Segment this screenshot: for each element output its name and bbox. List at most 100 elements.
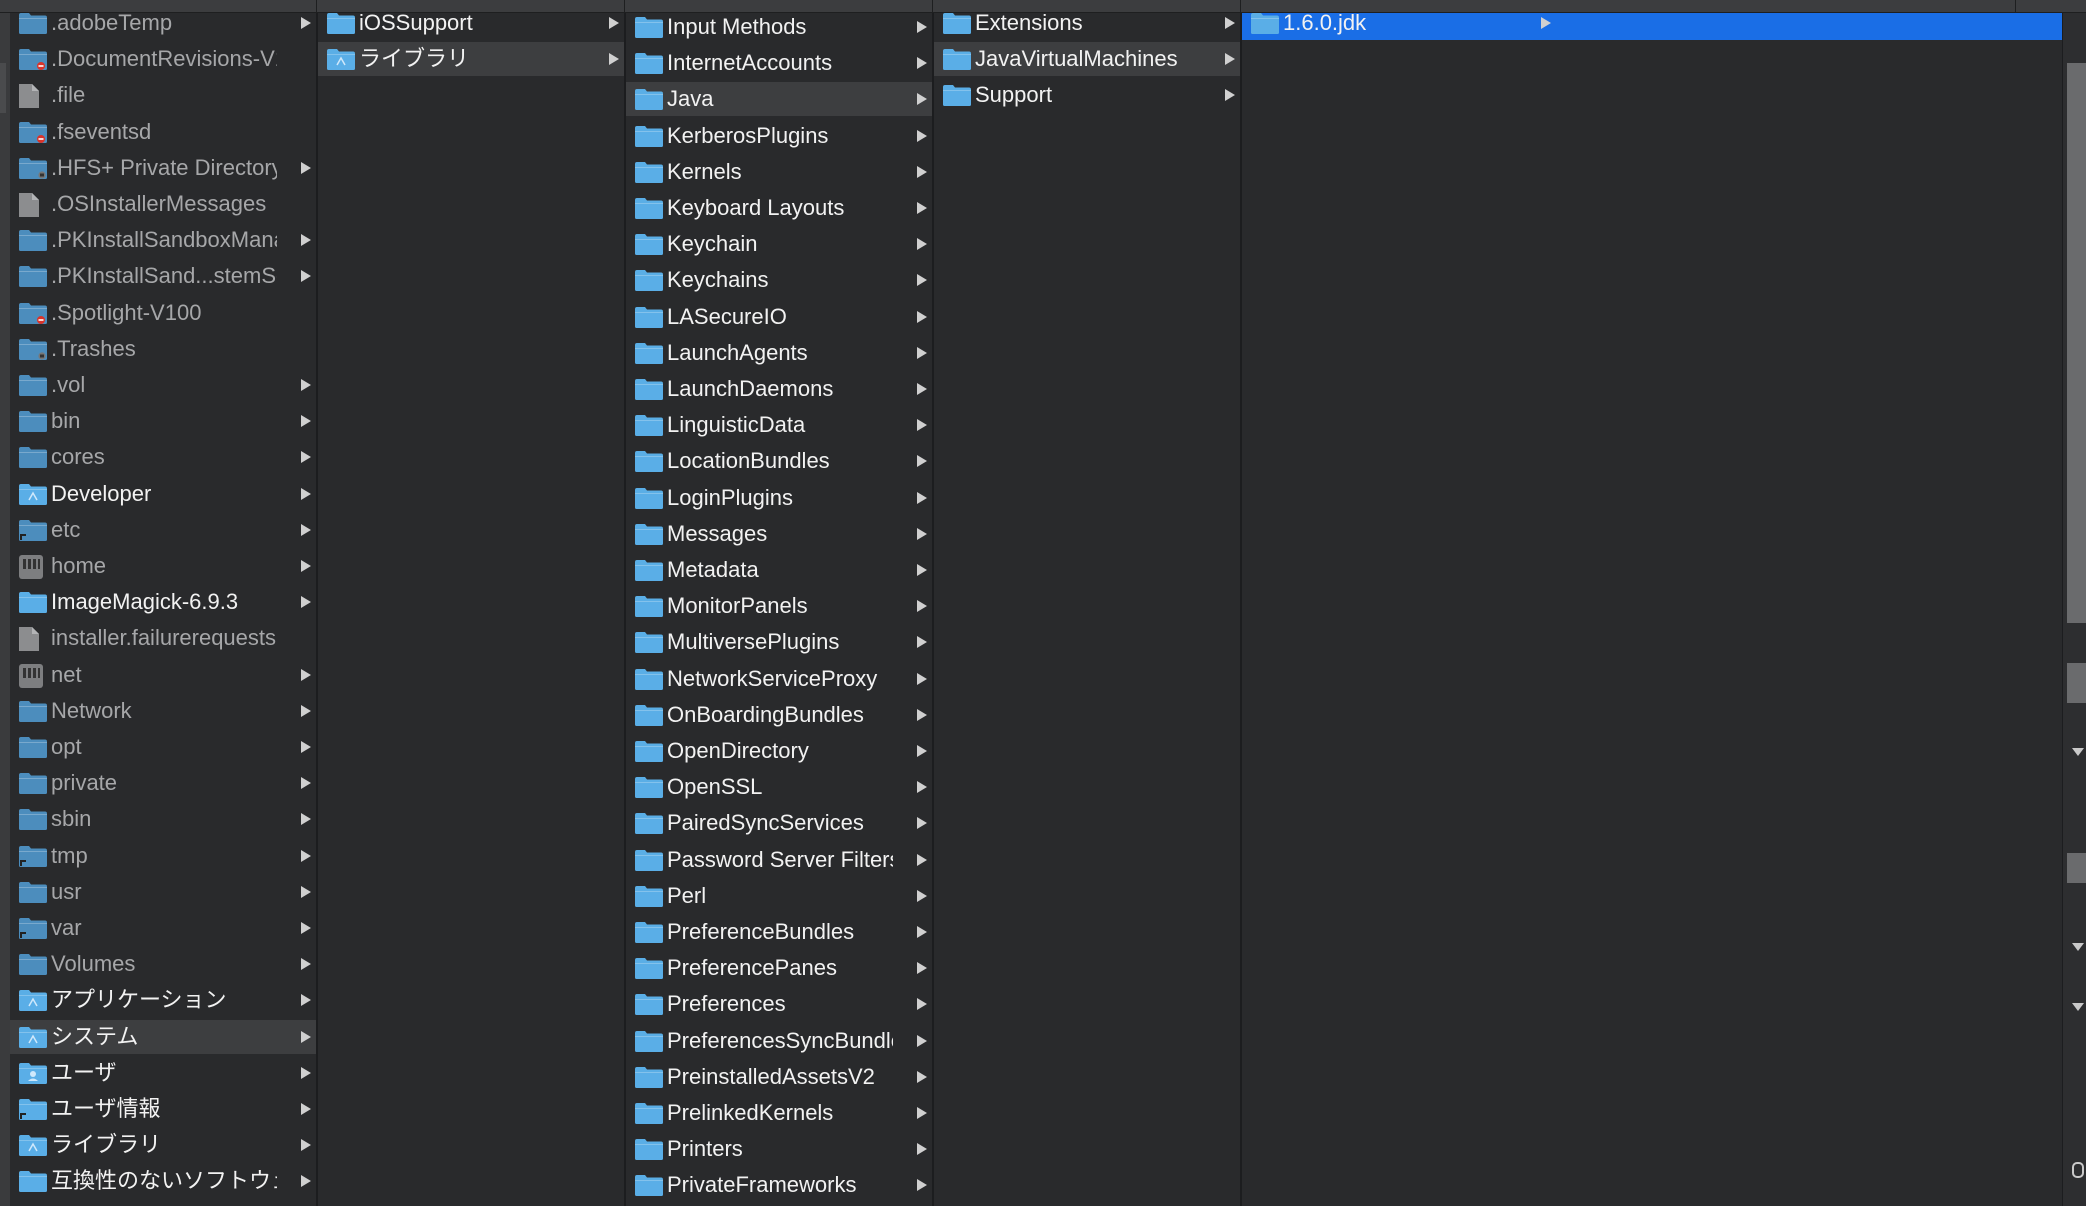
list-item-hfs-private-directory-data[interactable]: .HFS+ Private Directory Data? bbox=[10, 151, 316, 185]
item-label: PairedSyncServices bbox=[667, 810, 864, 836]
list-item-lasecureio[interactable]: LASecureIO bbox=[626, 300, 932, 334]
scroll-thumb[interactable] bbox=[2067, 853, 2086, 883]
folder-icon bbox=[18, 880, 48, 904]
disclosure-arrow-icon bbox=[1222, 13, 1238, 40]
chevron-down-icon[interactable] bbox=[2069, 998, 2086, 1016]
list-item-preinstalledassetsv2[interactable]: PreinstalledAssetsV2 bbox=[626, 1060, 932, 1094]
list-item-monitorpanels[interactable]: MonitorPanels bbox=[626, 589, 932, 623]
list-item-adobetemp[interactable]: .adobeTemp bbox=[10, 13, 316, 40]
left-scroll-gutter[interactable] bbox=[0, 13, 10, 1206]
column-root[interactable]: .adobeTemp .DocumentRevisions-V100 .file .f… bbox=[10, 13, 318, 1206]
list-item-osinstallermessages[interactable]: .OSInstallerMessages bbox=[10, 187, 316, 221]
list-item-password-server-filters[interactable]: Password Server Filters bbox=[626, 843, 932, 877]
column-jvm[interactable]: 1.6.0.jdk bbox=[1242, 13, 2062, 1206]
list-item-imagemagick-6-9-3[interactable]: ImageMagick-6.9.3 bbox=[10, 585, 316, 619]
list-item-net[interactable]: net bbox=[10, 658, 316, 692]
folder-icon bbox=[942, 47, 972, 71]
item-label: .PKInstallSand...stemSoftware bbox=[51, 263, 277, 289]
folder-icon bbox=[634, 1029, 664, 1053]
item-label: PreinstalledAssetsV2 bbox=[667, 1063, 875, 1089]
list-item-keychains[interactable]: Keychains bbox=[626, 263, 932, 297]
scroll-thumb[interactable] bbox=[2067, 663, 2086, 703]
list-item-kerberosplugins[interactable]: KerberosPlugins bbox=[626, 119, 932, 153]
list-item-file[interactable]: .file bbox=[10, 78, 316, 112]
scroll-thumb[interactable] bbox=[2067, 63, 2086, 623]
folder-icon bbox=[18, 952, 48, 976]
list-item-pkinstallsand-stemsoftware[interactable]: .PKInstallSand...stemSoftware bbox=[10, 259, 316, 293]
list-item-preferencepanes[interactable]: PreferencePanes bbox=[626, 951, 932, 985]
list-item-multiverseplugins[interactable]: MultiversePlugins bbox=[626, 625, 932, 659]
list-item-metadata[interactable]: Metadata bbox=[626, 553, 932, 587]
list-item-support[interactable]: Support bbox=[934, 78, 1240, 112]
list-item-var[interactable]: var bbox=[10, 911, 316, 945]
list-item-printers[interactable]: Printers bbox=[626, 1132, 932, 1166]
list-item-loginplugins[interactable]: LoginPlugins bbox=[626, 481, 932, 515]
column-system[interactable]: iOSSupport ライブラリ bbox=[318, 13, 626, 1206]
list-item-preferencebundles[interactable]: PreferenceBundles bbox=[626, 915, 932, 949]
list-item-item[interactable]: 互換性のないソフトウェア bbox=[10, 1164, 316, 1198]
list-item-input-methods[interactable]: Input Methods bbox=[626, 13, 932, 44]
item-label: home bbox=[51, 553, 107, 578]
list-item-java[interactable]: Java bbox=[626, 82, 932, 117]
list-item-onboardingbundles[interactable]: OnBoardingBundles bbox=[626, 698, 932, 732]
list-item-privateframeworks[interactable]: PrivateFrameworks bbox=[626, 1168, 932, 1202]
list-item-trashes[interactable]: .Trashes bbox=[10, 332, 316, 366]
list-item-tmp[interactable]: tmp bbox=[10, 839, 316, 873]
list-item-keychain[interactable]: Keychain bbox=[626, 227, 932, 261]
list-item-volumes[interactable]: Volumes bbox=[10, 947, 316, 981]
list-item-cores[interactable]: cores bbox=[10, 440, 316, 474]
list-item-item[interactable]: ライブラリ bbox=[318, 42, 624, 77]
list-item-item[interactable]: アプリケーション bbox=[10, 983, 316, 1017]
list-item-home[interactable]: home bbox=[10, 549, 316, 583]
list-item-preferences[interactable]: Preferences bbox=[626, 987, 932, 1021]
item-label: LoginPlugins bbox=[667, 484, 793, 510]
list-item-kernels[interactable]: Kernels bbox=[626, 155, 932, 189]
list-item-launchagents[interactable]: LaunchAgents bbox=[626, 336, 932, 370]
item-label: .DocumentRevisions-V100 bbox=[51, 46, 277, 72]
list-item-usr[interactable]: usr bbox=[10, 875, 316, 909]
list-item-keyboard-layouts[interactable]: Keyboard Layouts bbox=[626, 191, 932, 225]
list-item-network[interactable]: Network bbox=[10, 694, 316, 728]
list-item-item[interactable]: システム bbox=[10, 1019, 316, 1054]
header-divider bbox=[2015, 0, 2016, 12]
list-item-item[interactable]: ユーザ bbox=[10, 1056, 316, 1090]
item-label: Java bbox=[667, 86, 714, 112]
list-item-fseventsd[interactable]: .fseventsd bbox=[10, 115, 316, 149]
list-item-private[interactable]: private bbox=[10, 766, 316, 800]
list-item-extensions[interactable]: Extensions bbox=[934, 13, 1240, 40]
list-item-perl[interactable]: Perl bbox=[626, 879, 932, 913]
list-item-bin[interactable]: bin bbox=[10, 404, 316, 438]
item-label: Preferences bbox=[667, 991, 786, 1017]
list-item-networkserviceproxy[interactable]: NetworkServiceProxy bbox=[626, 662, 932, 696]
list-item-etc[interactable]: etc bbox=[10, 513, 316, 547]
list-item-item[interactable]: ライブラリ bbox=[10, 1128, 316, 1162]
disclosure-arrow-icon bbox=[914, 698, 930, 732]
list-item-linguisticdata[interactable]: LinguisticData bbox=[626, 408, 932, 442]
list-item-openssl[interactable]: OpenSSL bbox=[626, 770, 932, 804]
list-item-locationbundles[interactable]: LocationBundles bbox=[626, 444, 932, 478]
chevron-down-icon[interactable] bbox=[2069, 938, 2086, 956]
list-item-documentrevisions-v100[interactable]: .DocumentRevisions-V100 bbox=[10, 42, 316, 76]
list-item-vol[interactable]: .vol bbox=[10, 368, 316, 402]
list-item-iossupport[interactable]: iOSSupport bbox=[318, 13, 624, 40]
list-item-opt[interactable]: opt bbox=[10, 730, 316, 764]
list-item-pkinstallsandboxmanager[interactable]: .PKInstallSandboxManager bbox=[10, 223, 316, 257]
link-icon[interactable] bbox=[2069, 1161, 2086, 1179]
list-item-pairedsyncservices[interactable]: PairedSyncServices bbox=[626, 806, 932, 840]
list-item-spotlight-v100[interactable]: .Spotlight-V100 bbox=[10, 296, 316, 330]
list-item-sbin[interactable]: sbin bbox=[10, 802, 316, 836]
chevron-down-icon[interactable] bbox=[2069, 743, 2086, 761]
list-item-installer-failurerequests[interactable]: installer.failurerequests bbox=[10, 621, 316, 655]
column-java[interactable]: Extensions JavaVirtualMachines Support bbox=[934, 13, 1242, 1206]
list-item-messages[interactable]: Messages bbox=[626, 517, 932, 551]
list-item-preferencessyncbundles[interactable]: PreferencesSyncBundles bbox=[626, 1024, 932, 1058]
list-item-1-6-0-jdk[interactable]: 1.6.0.jdk bbox=[1242, 13, 2062, 40]
list-item-internetaccounts[interactable]: InternetAccounts bbox=[626, 46, 932, 80]
column-library[interactable]: Input Methods InternetAccounts Java Kerbero… bbox=[626, 13, 934, 1206]
list-item-launchdaemons[interactable]: LaunchDaemons bbox=[626, 372, 932, 406]
list-item-prelinkedkernels[interactable]: PrelinkedKernels bbox=[626, 1096, 932, 1130]
list-item-opendirectory[interactable]: OpenDirectory bbox=[626, 734, 932, 768]
list-item-developer[interactable]: Developer bbox=[10, 477, 316, 511]
list-item-javavirtualmachines[interactable]: JavaVirtualMachines bbox=[934, 42, 1240, 77]
list-item-item[interactable]: ユーザ情報 bbox=[10, 1092, 316, 1126]
